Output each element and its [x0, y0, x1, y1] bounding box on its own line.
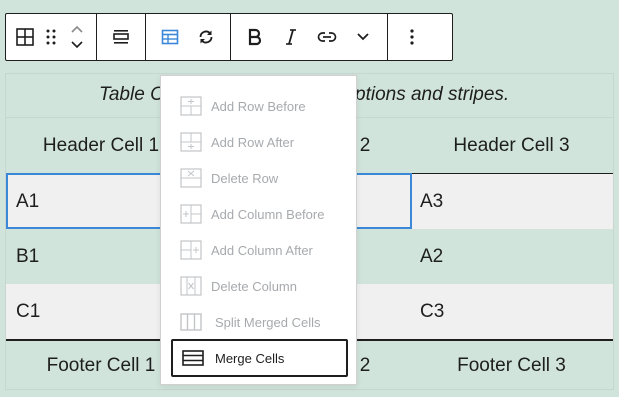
header-cell-3-text: Header Cell 3: [453, 134, 570, 156]
cell-text: A3: [420, 190, 444, 212]
block-mover: [64, 14, 90, 60]
alignment-group: [97, 14, 146, 60]
format-group: [231, 14, 388, 60]
menu-item-label: Add Column Before: [211, 206, 325, 222]
cell-text: A2: [420, 245, 444, 267]
bold-icon: [248, 28, 262, 46]
move-up-icon: [71, 25, 83, 33]
menu-item-label: Delete Row: [211, 170, 279, 186]
header-cell-1-text: Header Cell 1: [42, 134, 160, 156]
menu-item-delete-row[interactable]: Delete Row: [161, 160, 356, 196]
footer-cell-3-text: Footer Cell 3: [457, 355, 566, 376]
menu-item-delete-column[interactable]: Delete Column: [161, 268, 356, 304]
add-row-after-icon: [180, 132, 202, 152]
drag-handle[interactable]: [38, 14, 64, 60]
block-options-button[interactable]: [394, 14, 430, 60]
delete-row-icon: [180, 168, 202, 188]
header-cell-3[interactable]: Header Cell 3: [410, 118, 613, 173]
kebab-menu-icon: [410, 29, 414, 45]
split-cells-icon: [180, 313, 202, 331]
menu-item-label: Add Row After: [211, 134, 295, 150]
drag-handle-icon: [46, 29, 56, 45]
table-tools-group: [146, 14, 231, 60]
align-button[interactable]: [103, 14, 139, 60]
italic-button[interactable]: [273, 14, 309, 60]
add-column-before-icon: [180, 204, 202, 224]
table-block-button[interactable]: [12, 14, 38, 60]
move-down-button[interactable]: [70, 37, 84, 53]
transform-button[interactable]: [188, 14, 224, 60]
table-edit-icon: [161, 29, 179, 45]
edit-table-button[interactable]: [152, 14, 188, 60]
footer-cell-3[interactable]: Footer Cell 3: [410, 341, 613, 391]
menu-item-add-row-after[interactable]: Add Row After: [161, 124, 356, 160]
menu-item-add-column-before[interactable]: Add Column Before: [161, 196, 356, 232]
menu-item-label: Merge Cells: [215, 350, 285, 366]
options-group: [388, 14, 436, 60]
footer-cell-2-text: 2: [359, 355, 371, 376]
add-column-after-icon: [180, 240, 202, 260]
table-block-icon: [16, 28, 34, 46]
link-button[interactable]: [309, 14, 345, 60]
more-options-chevron-icon: [357, 33, 369, 41]
edit-table-menu: Add Row Before Add Row After Delete Row …: [160, 75, 357, 385]
cell-text: A1: [16, 190, 40, 212]
cell-text: B1: [16, 245, 40, 267]
menu-item-label: Add Column After: [211, 242, 313, 258]
add-row-before-icon: [180, 96, 202, 116]
menu-item-label: Split Merged Cells: [215, 314, 321, 330]
block-toolbar: [5, 13, 453, 61]
move-down-icon: [71, 41, 83, 49]
transform-icon: [199, 30, 213, 44]
align-icon: [113, 30, 129, 44]
block-tools-group: [6, 14, 97, 60]
menu-item-add-row-before[interactable]: Add Row Before: [161, 88, 356, 124]
caption-text-right: ptions and stripes.: [355, 84, 510, 105]
menu-item-add-column-after[interactable]: Add Column After: [161, 232, 356, 268]
link-icon: [317, 32, 337, 42]
delete-column-icon: [180, 276, 202, 296]
footer-cell-1-text: Footer Cell 1: [46, 355, 156, 376]
italic-icon: [286, 29, 296, 45]
bold-button[interactable]: [237, 14, 273, 60]
move-up-button[interactable]: [70, 21, 84, 37]
merge-cells-icon: [182, 350, 204, 366]
cell-text: C3: [420, 300, 445, 322]
menu-item-label: Delete Column: [211, 278, 297, 294]
caption-text-left: Table C: [99, 84, 164, 105]
table-cell[interactable]: A3: [410, 174, 613, 229]
header-cell-2-text: 2: [359, 134, 371, 156]
table-cell[interactable]: A2: [410, 229, 613, 284]
table-cell[interactable]: C3: [410, 284, 613, 339]
menu-item-label: Add Row Before: [211, 98, 306, 114]
menu-item-split-merged-cells[interactable]: Split Merged Cells: [161, 304, 356, 340]
menu-item-merge-cells[interactable]: Merge Cells: [171, 339, 348, 377]
cell-text: C1: [16, 300, 41, 322]
more-rich-text-button[interactable]: [345, 14, 381, 60]
